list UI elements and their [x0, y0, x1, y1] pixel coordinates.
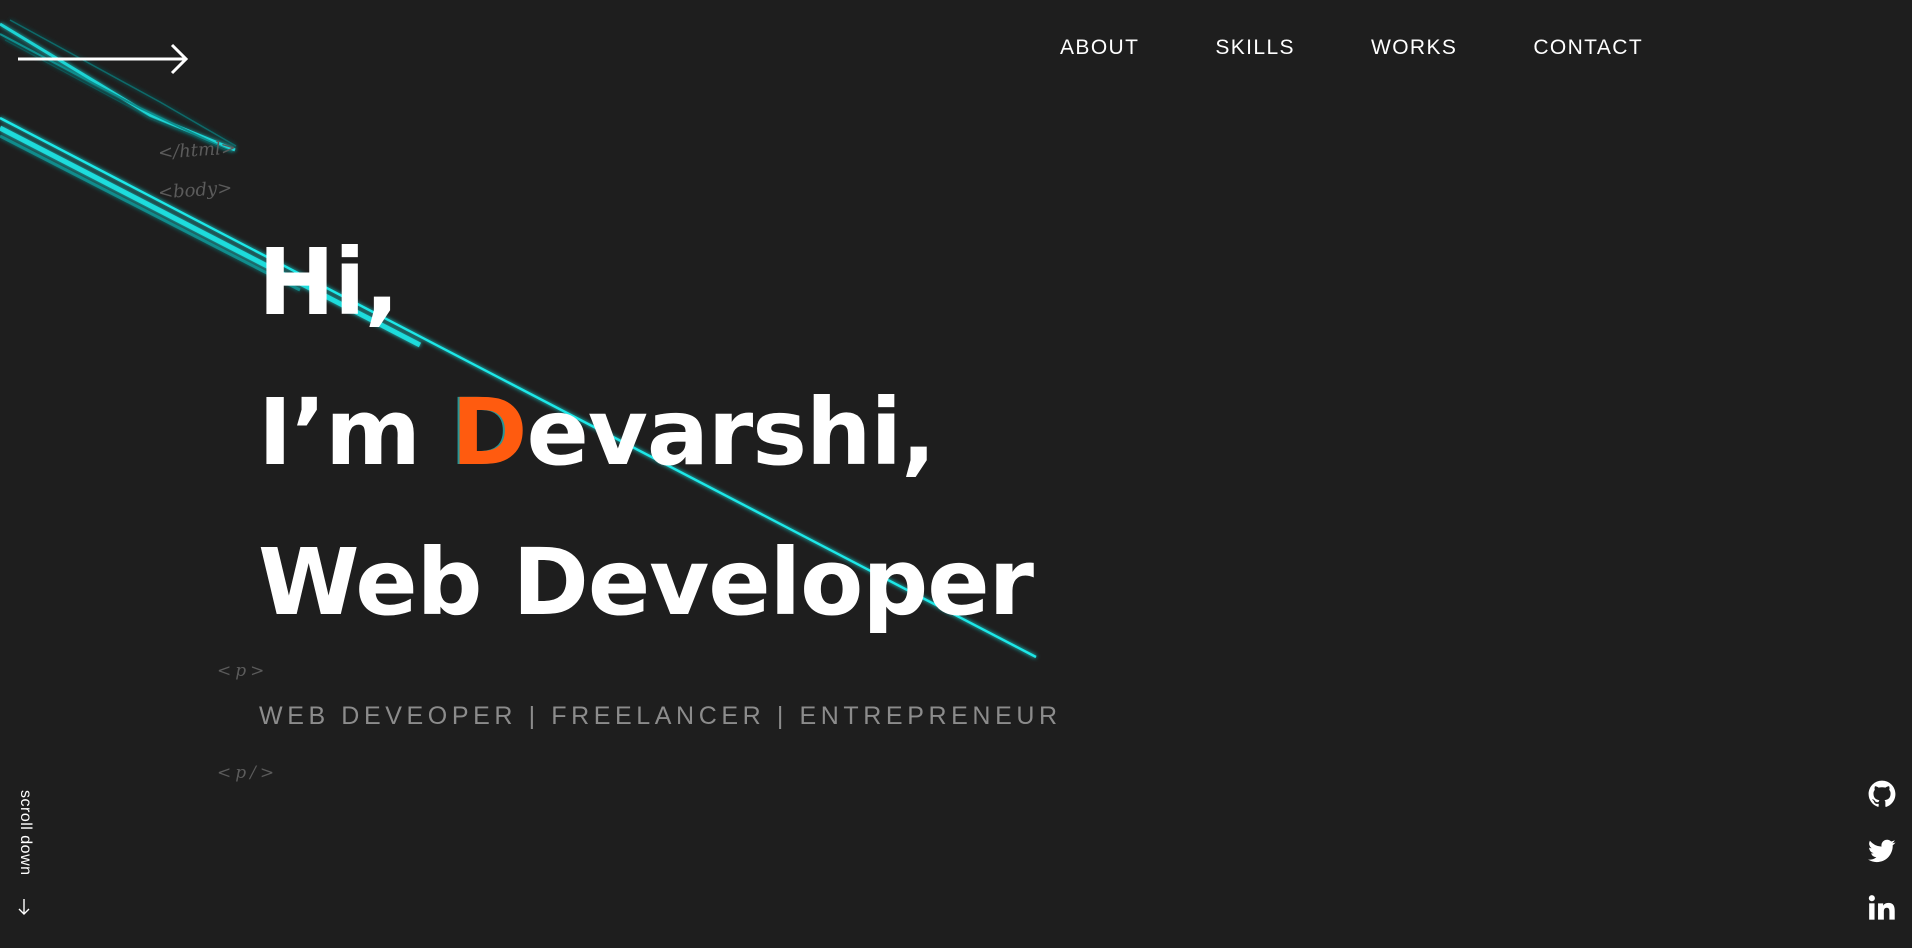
github-icon — [1868, 780, 1896, 807]
hero-name-rest: evarshi, — [526, 379, 936, 486]
html-close-tag: </html> — [157, 137, 237, 164]
p-open-tag: <p> — [217, 661, 269, 681]
arrow-right-icon — [18, 43, 189, 75]
social-links — [1868, 780, 1896, 948]
hero-line-name: I’m Devarshi, — [258, 358, 1033, 508]
main-nav: ABOUT SKILLS WORKS CONTACT — [1060, 36, 1719, 60]
scroll-down-label: scroll down — [17, 790, 34, 876]
linkedin-link[interactable] — [1868, 894, 1896, 922]
menu-arrow-button[interactable] — [18, 42, 190, 76]
twitter-icon — [1868, 839, 1896, 863]
hero-line-role: Web Developer — [258, 529, 1034, 636]
twitter-link[interactable] — [1868, 837, 1896, 865]
nav-about[interactable]: ABOUT — [1060, 36, 1139, 60]
nav-works[interactable]: WORKS — [1371, 36, 1457, 60]
body-open-tag: <body> — [157, 177, 233, 204]
hero-name-accent-letter: D — [451, 379, 527, 486]
hero-line-greeting: Hi, — [258, 229, 399, 336]
hero-name-prefix: I’m — [258, 379, 452, 486]
linkedin-icon — [1868, 895, 1895, 920]
p-close-tag: <p/> — [217, 763, 279, 783]
arrow-down-icon — [18, 899, 30, 915]
github-link[interactable] — [1868, 780, 1896, 808]
scroll-down-button[interactable]: scroll down — [12, 790, 42, 920]
nav-skills[interactable]: SKILLS — [1215, 36, 1295, 60]
nav-contact[interactable]: CONTACT — [1533, 36, 1643, 60]
hero-subtitle: WEB DEVEOPER | FREELANCER | ENTREPRENEUR — [259, 702, 1062, 730]
hero-heading: Hi, I’m Devarshi, Web Developer — [258, 208, 1034, 658]
